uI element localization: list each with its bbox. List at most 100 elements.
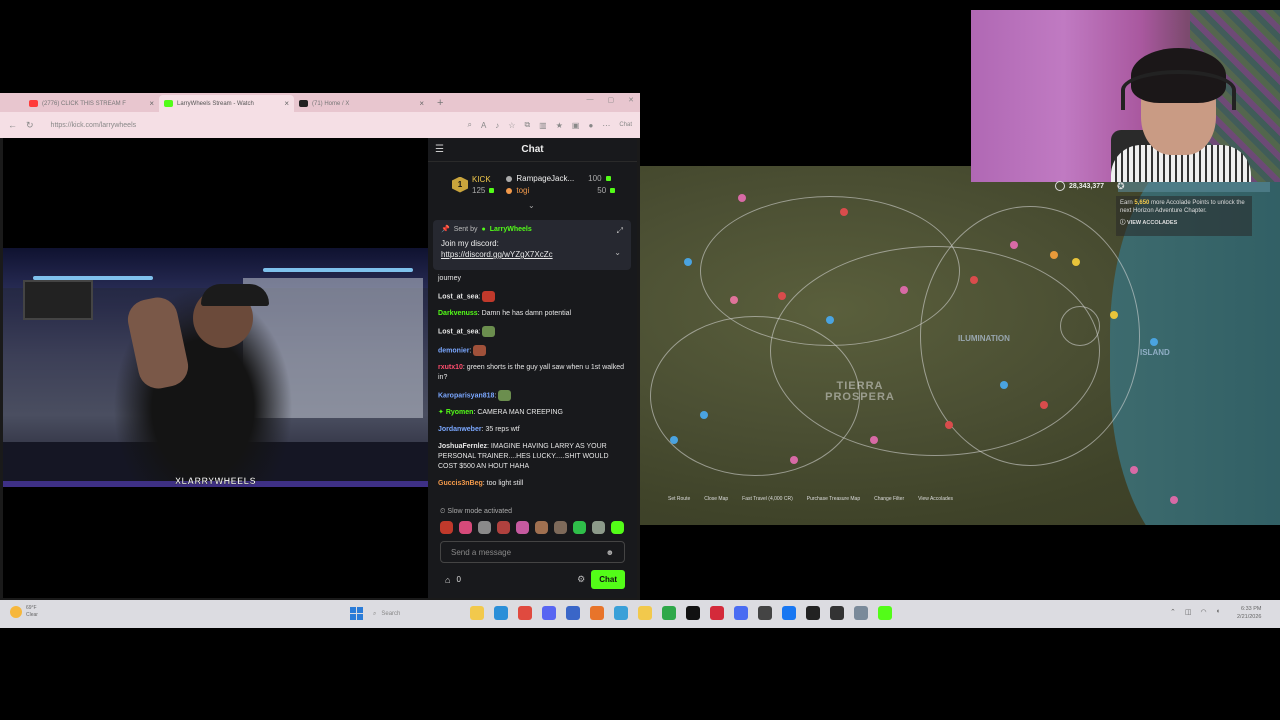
tab-kick[interactable]: LarryWheels Stream - Watch ×	[159, 95, 294, 112]
tab-youtube[interactable]: (2776) CLICK THIS STREAM F ×	[24, 95, 159, 112]
map-pin-icon[interactable]	[1170, 496, 1178, 504]
leader-name[interactable]: KICK	[472, 175, 494, 184]
map-pin-icon[interactable]	[684, 258, 692, 266]
maximize-icon[interactable]: ▢	[608, 96, 615, 104]
map-pin-icon[interactable]	[826, 316, 834, 324]
more-icon[interactable]: ⋯	[602, 121, 610, 130]
map-pin-icon[interactable]	[790, 456, 798, 464]
map-pin-icon[interactable]	[1130, 466, 1138, 474]
split-icon[interactable]: ▥	[539, 121, 547, 130]
pinned-link[interactable]: https://discord.gg/wYZgX7XcZc	[441, 250, 623, 259]
capcut-icon[interactable]	[806, 606, 820, 620]
chat-username[interactable]: Guccis3nBeg	[438, 480, 483, 487]
favorite-icon[interactable]: ☆	[508, 121, 515, 130]
start-button[interactable]	[350, 607, 363, 620]
tab-x[interactable]: (71) Home / X ×	[294, 95, 429, 112]
map-pin-icon[interactable]	[1040, 401, 1048, 409]
app-icon[interactable]	[758, 606, 772, 620]
view-accolades-button[interactable]: ⓘ VIEW ACCOLADES	[1120, 218, 1248, 226]
map-pin-icon[interactable]	[670, 436, 678, 444]
legend-close-map[interactable]: Close Map	[704, 496, 728, 502]
map-pin-icon[interactable]	[870, 436, 878, 444]
discord-icon[interactable]	[542, 606, 556, 620]
map-pin-icon[interactable]	[1110, 311, 1118, 319]
map-pin-icon[interactable]	[730, 296, 738, 304]
unpin-icon[interactable]: ⤢	[617, 226, 623, 236]
video-player[interactable]: XLARRYWHEELS	[3, 248, 429, 487]
kick-app-icon[interactable]	[878, 606, 892, 620]
file-explorer-icon[interactable]	[470, 606, 484, 620]
store-icon[interactable]: ⌂	[445, 575, 450, 585]
emote-icon[interactable]	[516, 521, 529, 534]
edge-icon[interactable]	[494, 606, 508, 620]
chat-input[interactable]	[451, 547, 606, 557]
emote-icon[interactable]	[535, 521, 548, 534]
network-icon[interactable]: ◫	[1185, 608, 1192, 616]
chat-username[interactable]: Lost_at_sea	[438, 293, 478, 300]
firefox-icon[interactable]	[590, 606, 604, 620]
collapse-chat-icon[interactable]: ☰	[435, 144, 444, 155]
xbox-icon[interactable]	[662, 606, 676, 620]
map-pin-icon[interactable]	[1050, 251, 1058, 259]
map-pin-icon[interactable]	[738, 194, 746, 202]
leader-name[interactable]: RampageJack...	[516, 174, 574, 183]
copilot-button[interactable]: Chat	[619, 122, 632, 128]
folder-icon[interactable]	[638, 606, 652, 620]
url-field[interactable]: https://kick.com/larrywheels	[43, 122, 459, 129]
chevron-up-icon[interactable]: ⌃	[1170, 608, 1176, 616]
extensions-icon[interactable]: ⧉	[524, 120, 530, 130]
map-pin-icon[interactable]	[1072, 258, 1080, 266]
emote-icon[interactable]	[440, 521, 453, 534]
obs-icon[interactable]	[830, 606, 844, 620]
gear-icon[interactable]: ⚙	[577, 574, 585, 585]
chat-username[interactable]: Lost_at_sea	[438, 329, 478, 336]
volume-icon[interactable]: ◖	[1216, 608, 1220, 616]
close-window-icon[interactable]: ✕	[628, 96, 634, 104]
new-tab-button[interactable]: +	[429, 95, 451, 112]
chat-username[interactable]: demonier	[438, 347, 470, 354]
legend-fast-travel[interactable]: Fast Travel (4,000 CR)	[742, 496, 793, 502]
facebook-icon[interactable]	[782, 606, 796, 620]
tiktok-icon[interactable]	[686, 606, 700, 620]
chevron-down-icon[interactable]: ⌄	[528, 201, 535, 210]
emote-icon[interactable]	[592, 521, 605, 534]
chat-username[interactable]: Ryomen	[446, 409, 474, 416]
minimize-icon[interactable]: —	[587, 96, 594, 104]
weather-widget[interactable]: 69°F Clear	[10, 605, 38, 619]
send-chat-button[interactable]: Chat	[591, 570, 625, 589]
map-pin-icon[interactable]	[778, 292, 786, 300]
emote-icon[interactable]	[554, 521, 567, 534]
emote-icon[interactable]	[478, 521, 491, 534]
legend-view-accolades[interactable]: View Accolades	[918, 496, 953, 502]
emoji-icon[interactable]: ☻	[606, 548, 614, 557]
translate-icon[interactable]: A	[481, 121, 486, 130]
map-pin-icon[interactable]	[945, 421, 953, 429]
wifi-icon[interactable]: ◠	[1201, 608, 1207, 616]
close-icon[interactable]: ×	[419, 99, 424, 108]
leader-name[interactable]: togi	[516, 186, 529, 195]
legend-set-route[interactable]: Set Route	[668, 496, 690, 502]
map-pin-icon[interactable]	[1010, 241, 1018, 249]
settings-icon[interactable]	[854, 606, 868, 620]
map-pin-icon[interactable]	[700, 411, 708, 419]
favorites-bar-icon[interactable]: ★	[556, 121, 563, 130]
profile-icon[interactable]: ●	[588, 121, 593, 130]
emote-icon[interactable]	[611, 521, 624, 534]
map-pin-icon[interactable]	[1150, 338, 1158, 346]
photos-icon[interactable]	[614, 606, 628, 620]
map-pin-icon[interactable]	[840, 208, 848, 216]
chat-username[interactable]: rxutx10	[438, 364, 463, 371]
store-app-icon[interactable]	[566, 606, 580, 620]
emote-icon[interactable]	[459, 521, 472, 534]
opera-icon[interactable]	[710, 606, 724, 620]
collections-icon[interactable]: ▣	[572, 121, 580, 130]
chat-username[interactable]: JoshuaFernlez	[438, 443, 487, 450]
emote-icon[interactable]	[573, 521, 586, 534]
legend-treasure-map[interactable]: Purchase Treasure Map	[807, 496, 860, 502]
chevron-down-icon[interactable]: ⌄	[614, 248, 621, 257]
messenger-icon[interactable]	[734, 606, 748, 620]
close-icon[interactable]: ×	[149, 99, 154, 108]
map-pin-icon[interactable]	[1000, 381, 1008, 389]
chat-username[interactable]: Jordanweber	[438, 426, 482, 433]
legend-change-filter[interactable]: Change Filter	[874, 496, 904, 502]
